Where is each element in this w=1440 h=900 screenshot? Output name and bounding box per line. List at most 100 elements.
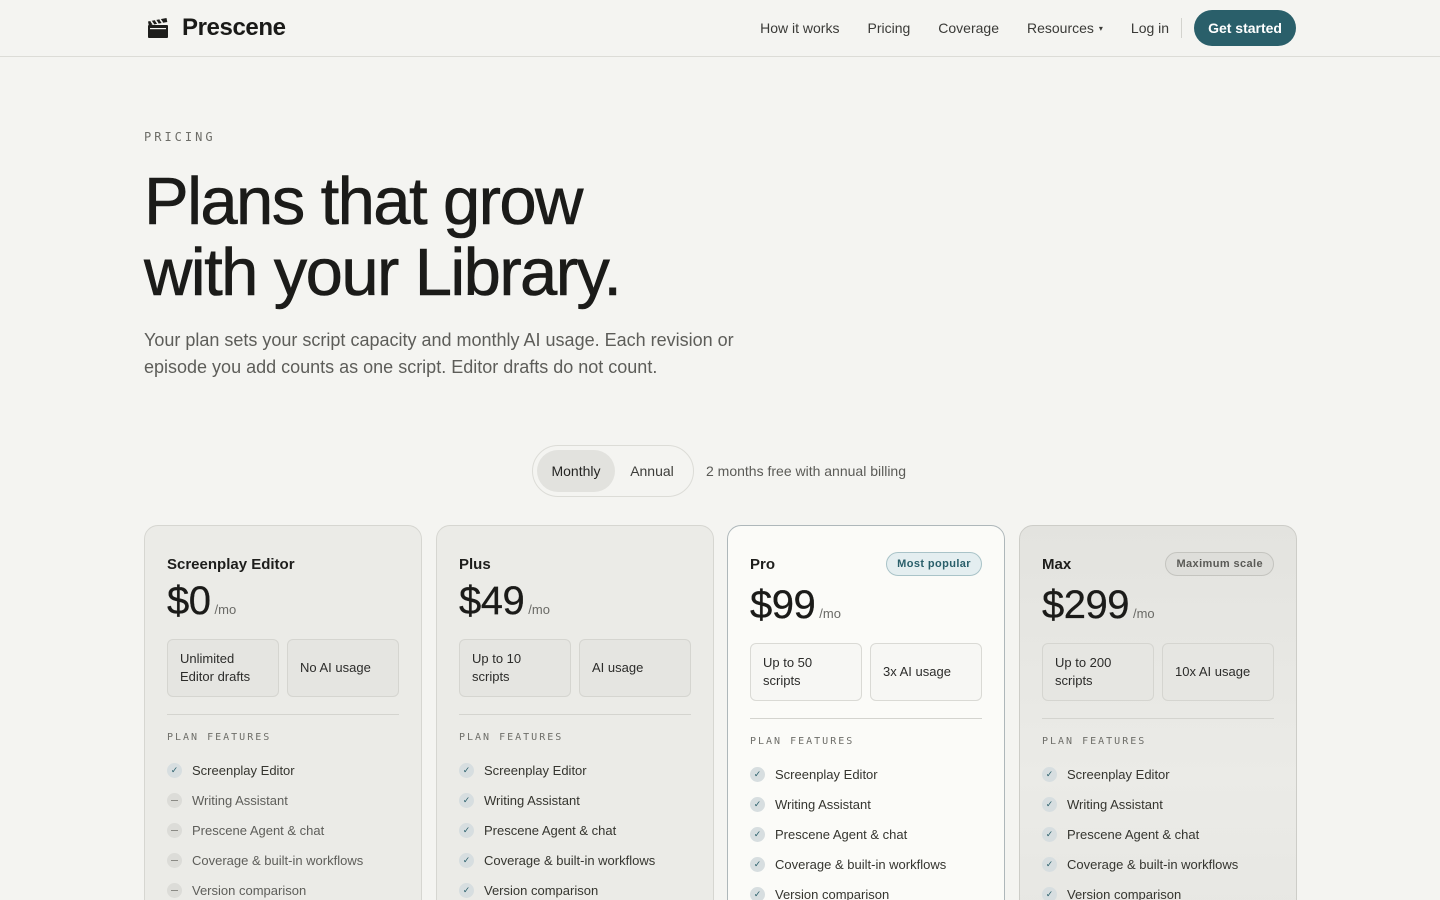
check-icon: ✓	[459, 882, 474, 898]
plan-feature-label: Version comparison	[192, 882, 307, 898]
plan-card-plus: Plus $49 /mo Up to 10 scripts AI usage P…	[436, 525, 714, 900]
plan-feature-item: ✓ Version comparison	[459, 875, 699, 900]
brand-name: Prescene	[182, 14, 286, 41]
plan-stat-capacity: Up to 50 scripts	[750, 643, 862, 701]
check-icon: ✓	[750, 766, 765, 782]
main-nav: How it works Pricing Coverage Resources …	[760, 10, 1296, 46]
plan-feature-label: Screenplay Editor	[1067, 766, 1170, 782]
divider	[167, 714, 399, 715]
plan-feature-label: Version comparison	[1067, 886, 1182, 900]
check-icon: ✓	[167, 762, 182, 778]
dash-icon	[167, 792, 182, 808]
plan-stat-capacity: Up to 10 scripts	[459, 639, 571, 697]
plan-feature-label: Screenplay Editor	[484, 762, 587, 778]
check-icon: ✓	[1042, 826, 1057, 842]
plan-feature-item: ✓ Version comparison	[1042, 879, 1282, 900]
nav-resources[interactable]: Resources ▾	[1027, 20, 1103, 36]
plan-price-period: /mo	[819, 606, 841, 621]
plan-feature-item: ✓ Screenplay Editor	[1042, 759, 1282, 789]
check-icon: ✓	[459, 762, 474, 778]
plan-name: Plus	[459, 555, 491, 573]
plan-feature-item: Writing Assistant	[167, 785, 407, 815]
nav-divider	[1181, 18, 1183, 38]
billing-note: 2 months free with annual billing	[706, 463, 907, 479]
plan-feature-label: Prescene Agent & chat	[484, 822, 617, 838]
plan-feature-item: Version comparison	[167, 875, 407, 900]
plan-feature-list: ✓ Screenplay Editor Writing Assistant Presc…	[167, 755, 407, 900]
plan-stat-capacity: Up to 200 scripts	[1042, 643, 1154, 701]
plan-name: Max	[1042, 555, 1072, 573]
page-subtitle: Your plan sets your script capacity and …	[144, 330, 734, 377]
plan-feature-list: ✓ Screenplay Editor ✓ Writing Assistant ✓ Pre…	[1042, 759, 1282, 900]
nav-resources-label: Resources	[1026, 20, 1094, 36]
plan-features-heading: PLAN FEATURES	[1042, 736, 1147, 747]
plan-feature-label: Version comparison	[484, 882, 599, 898]
plan-card-max: Max Maximum scale $299 /mo Up to 200 scr…	[1019, 525, 1297, 900]
plan-price: $49	[459, 579, 525, 623]
plan-stat-ai-usage: No AI usage	[287, 639, 399, 697]
dash-icon	[167, 882, 182, 898]
plan-features-heading: PLAN FEATURES	[750, 736, 855, 747]
clapperboard-icon	[148, 18, 168, 38]
get-started-button[interactable]: Get started	[1194, 10, 1296, 46]
plan-feature-label: Coverage & built-in workflows	[775, 856, 947, 872]
plan-stat-capacity: Unlimited Editor drafts	[167, 639, 279, 697]
plan-feature-label: Writing Assistant	[775, 796, 871, 812]
plan-feature-label: Prescene Agent & chat	[192, 822, 325, 838]
plan-feature-label: Writing Assistant	[484, 792, 580, 808]
most-popular-badge: Most popular	[886, 552, 982, 576]
plan-feature-label: Version comparison	[775, 886, 890, 900]
plan-feature-item: ✓ Coverage & built-in workflows	[750, 849, 990, 879]
plan-features-heading: PLAN FEATURES	[459, 732, 564, 743]
plan-price-period: /mo	[528, 602, 550, 617]
dash-icon	[167, 852, 182, 868]
plan-feature-item: ✓ Prescene Agent & chat	[1042, 819, 1282, 849]
plan-feature-label: Prescene Agent & chat	[1067, 826, 1200, 842]
brand-logo[interactable]: Prescene	[146, 12, 286, 44]
plan-feature-label: Coverage & built-in workflows	[484, 852, 656, 868]
plan-feature-item: ✓ Screenplay Editor	[459, 755, 699, 785]
plan-feature-label: Screenplay Editor	[192, 762, 295, 778]
billing-monthly-option[interactable]: Monthly	[537, 450, 615, 492]
plan-feature-item: ✓ Coverage & built-in workflows	[459, 845, 699, 875]
top-nav-bar: Prescene How it works Pricing Coverage R…	[0, 0, 1440, 57]
check-icon: ✓	[459, 792, 474, 808]
billing-toggle: Monthly Annual	[532, 445, 694, 497]
page-title-line-1: Plans that grow	[144, 164, 584, 239]
check-icon: ✓	[750, 886, 765, 900]
plan-feature-item: ✓ Writing Assistant	[459, 785, 699, 815]
plan-feature-item: ✓ Screenplay Editor	[167, 755, 407, 785]
plan-name: Pro	[750, 555, 776, 573]
plan-price: $99	[750, 583, 816, 627]
nav-pricing[interactable]: Pricing	[867, 20, 910, 36]
plan-feature-item: ✓ Screenplay Editor	[750, 759, 990, 789]
plan-feature-item: ✓ Prescene Agent & chat	[750, 819, 990, 849]
plan-feature-label: Prescene Agent & chat	[775, 826, 908, 842]
plan-price: $299	[1042, 583, 1130, 627]
plan-feature-item: ✓ Writing Assistant	[750, 789, 990, 819]
check-icon: ✓	[750, 856, 765, 872]
nav-coverage[interactable]: Coverage	[938, 20, 999, 36]
section-eyebrow: PRICING	[144, 130, 216, 144]
plan-feature-label: Screenplay Editor	[775, 766, 878, 782]
plan-name: Screenplay Editor	[167, 555, 295, 573]
plan-stat-ai-usage: AI usage	[579, 639, 691, 697]
billing-annual-option[interactable]: Annual	[615, 450, 689, 492]
plan-feature-label: Coverage & built-in workflows	[1067, 856, 1239, 872]
check-icon: ✓	[459, 852, 474, 868]
plan-feature-item: ✓ Version comparison	[750, 879, 990, 900]
check-icon: ✓	[1042, 796, 1057, 812]
check-icon: ✓	[1042, 856, 1057, 872]
login-link[interactable]: Log in	[1131, 20, 1169, 36]
maximum-scale-badge: Maximum scale	[1165, 552, 1274, 576]
nav-how-it-works[interactable]: How it works	[760, 20, 839, 36]
dash-icon	[167, 822, 182, 838]
plan-feature-label: Coverage & built-in workflows	[192, 852, 364, 868]
plan-feature-item: ✓ Coverage & built-in workflows	[1042, 849, 1282, 879]
plan-price: $0	[167, 579, 211, 623]
plan-feature-list: ✓ Screenplay Editor ✓ Writing Assistant ✓ Pre…	[459, 755, 699, 900]
check-icon: ✓	[1042, 886, 1057, 900]
plan-feature-label: Writing Assistant	[1067, 796, 1163, 812]
plan-feature-list: ✓ Screenplay Editor ✓ Writing Assistant ✓ Pre…	[750, 759, 990, 900]
chevron-down-icon: ▾	[1098, 23, 1103, 33]
